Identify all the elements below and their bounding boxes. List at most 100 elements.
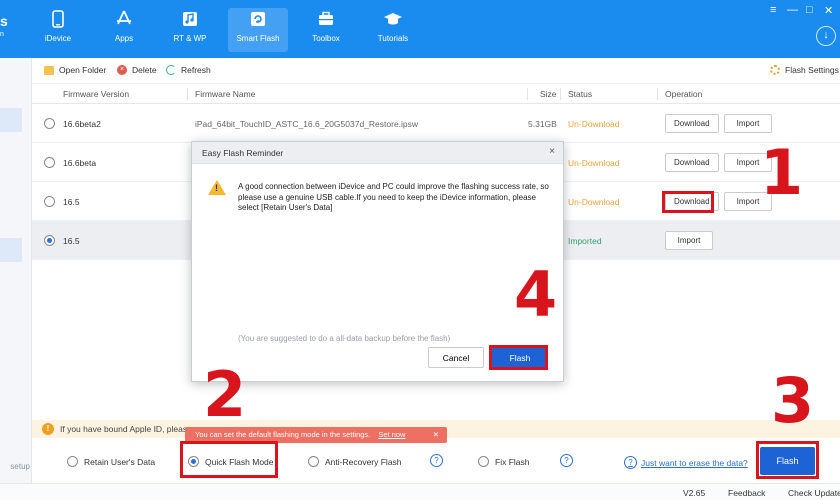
open-folder-label: Open Folder	[59, 65, 107, 75]
firmware-version: 16.5	[63, 197, 80, 207]
firmware-version: 16.5	[63, 236, 80, 246]
mode-label: Anti-Recovery Flash	[325, 456, 402, 467]
menu-icon[interactable]: ≡	[770, 4, 776, 16]
annotation-number-1: 1	[760, 136, 804, 209]
delete-icon: ×	[117, 65, 127, 75]
nav-label: RT & WP	[173, 34, 207, 43]
nav-label: Smart Flash	[236, 34, 280, 43]
nav-label: iDevice	[44, 34, 72, 43]
table-row[interactable]: 16.6beta2 iPad_64bit_TouchID_ASTC_16.6_2…	[32, 104, 840, 143]
help-icon[interactable]: ?	[560, 454, 573, 467]
open-folder-button[interactable]: Open Folder	[44, 65, 106, 75]
mode-radio[interactable]	[478, 456, 489, 467]
annotation-number-4: 4	[514, 258, 558, 331]
col-firmware-version: Firmware Version	[63, 89, 130, 99]
mode-radio[interactable]	[67, 456, 78, 467]
maximize-icon[interactable]: □	[806, 4, 813, 16]
mode-anti-recovery[interactable]: Anti-Recovery Flash	[308, 456, 402, 467]
refresh-icon	[166, 65, 176, 75]
check-update-link[interactable]: Check Update	[788, 488, 840, 498]
nav-tutorials[interactable]: Tutorials	[363, 8, 423, 52]
col-operation: Operation	[665, 89, 703, 99]
dialog-message: A good connection between iDevice and PC…	[238, 182, 549, 212]
set-now-link[interactable]: Set now	[378, 430, 405, 439]
firmware-name: iPad_64bit_TouchID_ASTC_16.6_20G5037d_Re…	[195, 119, 419, 129]
import-button[interactable]: Import	[724, 114, 772, 133]
delete-button[interactable]: × Delete	[117, 65, 157, 75]
notice-text: If you have bound Apple ID, please	[60, 424, 192, 434]
dialog-cancel-button[interactable]: Cancel	[428, 347, 484, 368]
annotation-box-quick-flash	[180, 441, 278, 478]
mode-radio[interactable]	[308, 456, 319, 467]
tooltip-close-icon[interactable]: ✕	[433, 427, 439, 443]
folder-icon	[44, 65, 54, 75]
info-warning-icon: !	[42, 423, 54, 435]
tooltip-text: You can set the default flashing mode in…	[195, 430, 371, 439]
annotation-box-flash	[756, 441, 819, 479]
app-logo: sn	[0, 14, 14, 42]
phone-icon	[52, 10, 64, 28]
sidebar-item[interactable]	[0, 238, 22, 262]
row-radio-selected[interactable]	[44, 235, 55, 246]
refresh-button[interactable]: Refresh	[166, 65, 211, 75]
firmware-size: 5.31GB	[528, 119, 557, 129]
erase-data-link[interactable]: ? Just want to erase the data?	[624, 456, 748, 469]
toolbox-icon	[319, 11, 333, 25]
firmware-status: Un-Download	[568, 119, 620, 129]
feedback-link[interactable]: Feedback	[728, 488, 765, 498]
top-nav-bar: sn iDevice Apps RT & WP Smart Flash Tool…	[0, 0, 840, 58]
mode-label: Fix Flash	[495, 456, 530, 467]
dialog-close-icon[interactable]: ×	[549, 146, 555, 157]
column-divider	[187, 88, 188, 100]
dialog-header: Easy Flash Reminder ×	[192, 142, 563, 164]
download-button[interactable]: Download	[665, 153, 719, 172]
column-divider	[527, 88, 528, 100]
sidebar-selected-item[interactable]	[0, 108, 22, 132]
col-size: Size	[540, 89, 557, 99]
firmware-toolbar: Open Folder × Delete Refresh Flash Setti…	[32, 58, 840, 84]
refresh-label: Refresh	[181, 65, 211, 75]
status-bar: V2.65 Feedback Check Update	[0, 483, 840, 500]
help-icon: ?	[624, 456, 637, 469]
brand-text: s	[0, 13, 8, 29]
row-radio[interactable]	[44, 196, 55, 207]
nav-label: Apps	[114, 34, 134, 43]
row-radio[interactable]	[44, 118, 55, 129]
download-manager-icon[interactable]: ↓	[816, 26, 836, 46]
close-icon[interactable]: ✕	[824, 4, 833, 17]
mode-retain-user-data[interactable]: Retain User's Data	[67, 456, 155, 467]
flash-settings-button[interactable]: Flash Settings	[770, 65, 839, 75]
column-divider	[657, 88, 658, 100]
warning-icon: !	[208, 180, 226, 195]
delete-label: Delete	[132, 65, 157, 75]
flash-settings-label: Flash Settings	[785, 65, 839, 75]
sidebar-setup-label: setup	[10, 462, 30, 471]
download-button[interactable]: Download	[665, 114, 719, 133]
annotation-number-3: 3	[771, 364, 815, 437]
annotation-box-dialog-flash	[489, 345, 548, 370]
col-firmware-name: Firmware Name	[195, 89, 256, 99]
nav-rt-wp[interactable]: RT & WP	[160, 8, 220, 52]
nav-smart-flash[interactable]: Smart Flash	[228, 8, 288, 52]
nav-apps[interactable]: Apps	[94, 8, 154, 52]
annotation-number-2: 2	[203, 358, 247, 431]
music-icon	[183, 12, 197, 26]
app-version: V2.65	[683, 488, 706, 498]
flash-icon	[251, 12, 265, 26]
firmware-status: Un-Download	[568, 158, 620, 168]
help-icon[interactable]: ?	[430, 454, 443, 467]
graduation-cap-icon	[384, 13, 402, 25]
firmware-table-header: Firmware Version Firmware Name Size Stat…	[32, 84, 840, 104]
row-radio[interactable]	[44, 157, 55, 168]
nav-label: Toolbox	[312, 34, 340, 43]
col-status: Status	[568, 89, 593, 99]
nav-idevice[interactable]: iDevice	[28, 8, 88, 52]
nav-toolbox[interactable]: Toolbox	[296, 8, 356, 52]
minimize-icon[interactable]: —	[787, 4, 798, 16]
firmware-status: Imported	[568, 236, 602, 246]
erase-link-text: Just want to erase the data?	[641, 457, 748, 468]
sidebar: setup	[0, 58, 32, 500]
mode-fix-flash[interactable]: Fix Flash	[478, 456, 529, 467]
flash-mode-bar: Retain User's Data Quick Flash Mode Anti…	[32, 444, 840, 478]
import-button[interactable]: Import	[665, 231, 713, 250]
